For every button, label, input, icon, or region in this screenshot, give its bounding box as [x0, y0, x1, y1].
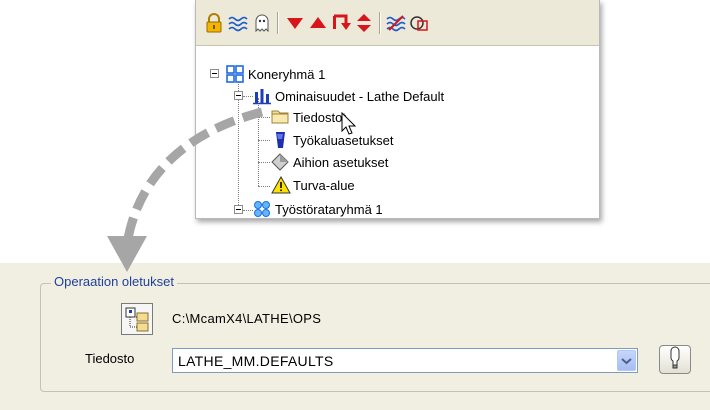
curved-dashed-arrow — [107, 107, 264, 272]
